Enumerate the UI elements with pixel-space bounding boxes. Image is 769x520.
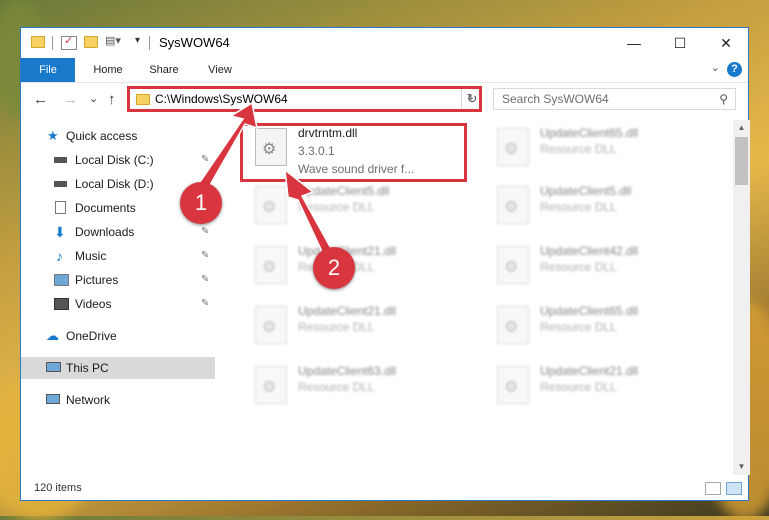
arrow-1 xyxy=(197,101,258,194)
annotation-arrows xyxy=(197,101,334,260)
arrow-2 xyxy=(284,168,334,260)
step-badge-1: 1 xyxy=(180,182,222,224)
step-badge-2: 2 xyxy=(313,247,355,289)
